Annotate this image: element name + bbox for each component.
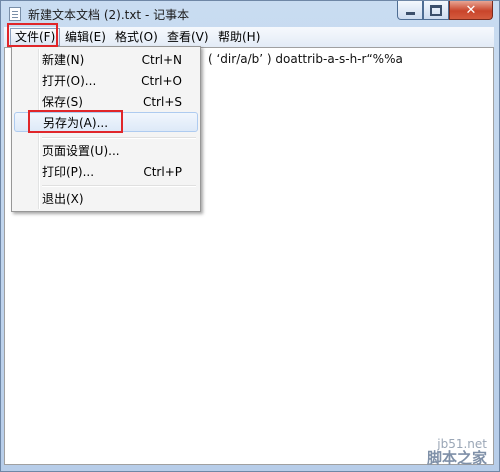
maximize-icon [430,4,442,16]
title-bar[interactable]: 新建文本文档 (2).txt - 记事本 ✕ [1,1,499,27]
menu-item-print[interactable]: 打印(P)... Ctrl+P [14,162,198,182]
maximize-button[interactable] [423,1,449,20]
menu-edit[interactable]: 编辑(E) [61,29,110,45]
menu-item-shortcut: Ctrl+S [142,95,182,109]
menu-format[interactable]: 格式(O) [111,29,162,45]
menu-item-label: 保存(S) [42,95,83,109]
menu-item-label: 退出(X) [42,192,84,206]
menu-item-label: 打开(O)... [42,74,97,88]
notepad-icon [9,7,21,21]
menu-view[interactable]: 查看(V) [163,29,213,45]
menu-help[interactable]: 帮助(H) [214,29,264,45]
watermark: jb51.net 脚本之家 [426,437,487,467]
menu-separator [42,137,196,138]
caption-buttons: ✕ [397,1,493,21]
menu-item-label: 新建(N) [42,53,85,67]
menu-item-shortcut: Ctrl+P [143,165,182,179]
menu-item-open[interactable]: 打开(O)... Ctrl+O [14,71,198,91]
watermark-site-name: 脚本之家 [426,449,487,467]
menu-item-save[interactable]: 保存(S) Ctrl+S [14,92,198,112]
minimize-icon [405,11,415,15]
editor-content: ( ‘dir/a/b’ ) doattrib-a-s-h-r“%%a [208,52,403,66]
menu-item-exit[interactable]: 退出(X) [14,189,198,209]
close-button[interactable]: ✕ [449,1,493,20]
window-title: 新建文本文档 (2).txt - 记事本 [28,8,190,22]
notepad-window: 新建文本文档 (2).txt - 记事本 ✕ 文件(F) 编辑(E) 格式(O)… [0,0,500,472]
minimize-button[interactable] [397,1,423,20]
menu-item-new[interactable]: 新建(N) Ctrl+N [14,50,198,70]
menu-bar: 文件(F) 编辑(E) 格式(O) 查看(V) 帮助(H) [4,27,494,47]
menu-item-shortcut: Ctrl+N [141,53,182,67]
menu-item-page-setup[interactable]: 页面设置(U)... [14,141,198,161]
close-icon: ✕ [465,2,477,18]
menu-item-label: 页面设置(U)... [42,144,120,158]
menu-item-shortcut: Ctrl+O [141,74,182,88]
menu-separator [42,185,196,186]
save-as-highlight-box [28,110,123,133]
file-menu-highlight-box [7,23,58,47]
menu-item-label: 打印(P)... [42,165,95,179]
